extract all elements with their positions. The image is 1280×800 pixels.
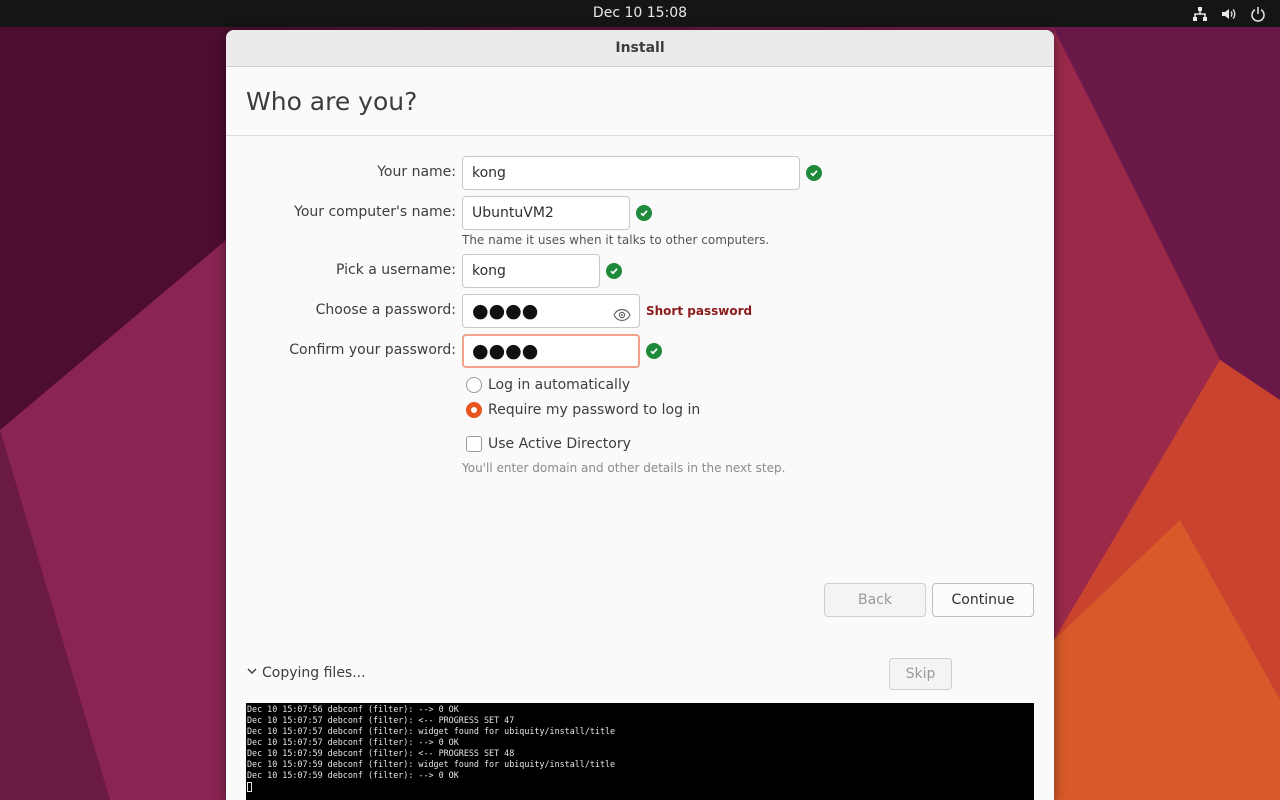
password-value: ●●●● — [472, 300, 539, 322]
login-automatically-option[interactable]: Log in automatically — [466, 377, 630, 393]
log-line: Dec 10 15:07:59 debconf (filter): widget… — [247, 759, 616, 769]
login-automatically-label: Log in automatically — [488, 377, 631, 393]
log-line: Dec 10 15:07:57 debconf (filter): <-- PR… — [247, 715, 515, 725]
log-line: Dec 10 15:07:56 debconf (filter): --> 0 … — [247, 704, 459, 714]
password-strength-warning: Short password — [646, 304, 753, 318]
progress-label: Copying files... — [262, 665, 366, 681]
username-label: Pick a username: — [335, 262, 456, 278]
computer-name-label: Your computer's name: — [294, 204, 456, 220]
network-icon[interactable] — [1191, 5, 1208, 22]
chevron-down-icon — [246, 665, 258, 681]
active-directory-label: Use Active Directory — [488, 436, 631, 452]
confirm-password-input[interactable]: ●●●● — [462, 334, 640, 368]
require-password-option[interactable]: Require my password to log in — [466, 402, 700, 418]
power-icon[interactable] — [1249, 5, 1266, 22]
volume-icon[interactable] — [1220, 5, 1237, 22]
name-label: Your name: — [377, 164, 456, 180]
name-input[interactable]: kong — [462, 156, 800, 190]
confirm-password-valid-icon — [646, 343, 662, 359]
window-title: Install — [226, 30, 1054, 67]
active-directory-checkbox[interactable] — [466, 436, 482, 452]
username-input[interactable]: kong — [462, 254, 600, 288]
continue-button[interactable]: Continue — [932, 583, 1034, 617]
password-label: Choose a password: — [315, 302, 456, 318]
install-window: Install Who are you? Your name: kong You… — [226, 30, 1054, 800]
name-valid-icon — [806, 165, 822, 181]
log-line: Dec 10 15:07:59 debconf (filter): --> 0 … — [247, 770, 459, 780]
require-password-radio[interactable] — [466, 402, 482, 418]
log-line: Dec 10 15:07:57 debconf (filter): widget… — [247, 726, 616, 736]
top-bar: Dec 10 15:08 — [0, 0, 1280, 27]
log-line: Dec 10 15:07:57 debconf (filter): --> 0 … — [247, 737, 459, 747]
system-tray[interactable] — [1191, 0, 1266, 27]
confirm-password-label: Confirm your password: — [289, 342, 456, 358]
progress-expander[interactable]: Copying files... — [246, 665, 366, 681]
computer-name-input[interactable]: UbuntuVM2 — [462, 196, 630, 230]
install-log-terminal[interactable]: Dec 10 15:07:56 debconf (filter): --> 0 … — [246, 703, 1034, 800]
skip-button[interactable]: Skip — [889, 658, 952, 690]
show-password-icon[interactable] — [613, 303, 631, 322]
page-header: Who are you? — [226, 67, 1054, 136]
active-directory-hint: You'll enter domain and other details in… — [462, 461, 786, 475]
page-title: Who are you? — [246, 87, 418, 116]
login-automatically-radio[interactable] — [466, 377, 482, 393]
log-line: Dec 10 15:07:59 debconf (filter): <-- PR… — [247, 748, 515, 758]
computer-name-valid-icon — [636, 205, 652, 221]
computer-name-hint: The name it uses when it talks to other … — [462, 233, 770, 247]
back-button[interactable]: Back — [824, 583, 926, 617]
password-input[interactable]: ●●●● — [462, 294, 640, 328]
username-valid-icon — [606, 263, 622, 279]
clock[interactable]: Dec 10 15:08 — [0, 0, 1280, 27]
terminal-cursor — [247, 781, 252, 792]
require-password-label: Require my password to log in — [488, 402, 701, 418]
active-directory-option[interactable]: Use Active Directory — [466, 436, 631, 452]
user-form: Your name: kong Your computer's name: Ub… — [226, 137, 1054, 617]
confirm-password-value: ●●●● — [472, 340, 539, 362]
